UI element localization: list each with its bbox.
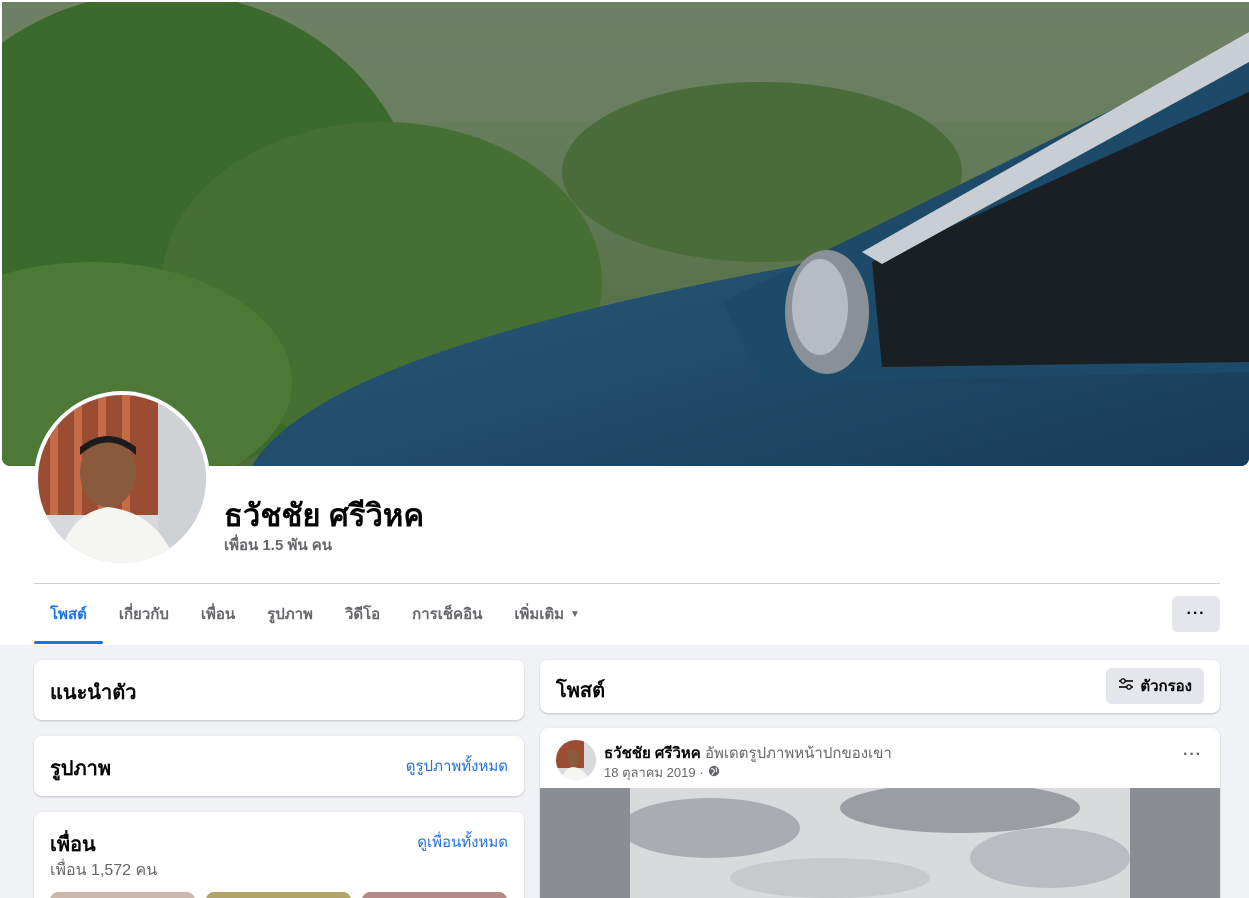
- sliders-icon: [1118, 677, 1134, 695]
- intro-card: แนะนำตัว: [34, 660, 524, 720]
- see-all-photos-link[interactable]: ดูรูปภาพทั้งหมด: [406, 754, 508, 778]
- tab-label: เกี่ยวกับ: [118, 606, 169, 623]
- friend-thumbnail[interactable]: [50, 892, 195, 898]
- globe-icon: [708, 765, 720, 780]
- post-image[interactable]: [630, 788, 1130, 898]
- profile-picture[interactable]: [38, 395, 206, 563]
- post-date[interactable]: 18 ตุลาคม 2019 ·: [604, 762, 704, 783]
- tab-label: การเช็คอิน: [412, 606, 483, 623]
- friends-count-text: เพื่อน 1,572 คน: [50, 862, 158, 879]
- post-card: ธวัชชัย ศรีวิหค อัพเดตรูปภาพหน้าปกของเขา…: [540, 728, 1220, 898]
- cover-photo[interactable]: [2, 2, 1249, 466]
- friend-thumbnail[interactable]: [206, 892, 351, 898]
- posts-title: โพสต์: [556, 680, 606, 702]
- filter-label: ตัวกรอง: [1140, 678, 1192, 695]
- friend-thumbnail[interactable]: [362, 892, 507, 898]
- tab-label: วิดีโอ: [344, 606, 381, 623]
- friend-thumbnails: [50, 892, 507, 898]
- tab-photos[interactable]: รูปภาพ: [251, 584, 329, 644]
- tab-label: เพิ่มเติม: [514, 606, 565, 623]
- tab-friends[interactable]: เพื่อน: [185, 584, 251, 644]
- post-author-name[interactable]: ธวัชชัย ศรีวิหค: [604, 745, 701, 762]
- profile-more-button[interactable]: ···: [1172, 596, 1220, 632]
- filter-button[interactable]: ตัวกรอง: [1106, 668, 1204, 704]
- post-meta: 18 ตุลาคม 2019 ·: [604, 762, 720, 783]
- tab-more[interactable]: เพิ่มเติม ▼: [498, 584, 596, 644]
- tab-about[interactable]: เกี่ยวกับ: [103, 584, 185, 644]
- tab-label: เพื่อน: [200, 606, 236, 623]
- tab-posts[interactable]: โพสต์: [34, 584, 103, 644]
- friend-count[interactable]: เพื่อน 1.5 พัน คน: [224, 533, 332, 557]
- post-action-text: อัพเดตรูปภาพหน้าปกของเขา: [705, 745, 892, 762]
- post-author-avatar[interactable]: [556, 740, 596, 780]
- profile-tabs: โพสต์ เกี่ยวกับ เพื่อน รูปภาพ วิดีโอ การ…: [34, 584, 596, 644]
- photos-title: รูปภาพ: [50, 758, 112, 780]
- friends-title: เพื่อน: [50, 834, 96, 856]
- post-options-button[interactable]: ···: [1183, 746, 1202, 764]
- tab-label: รูปภาพ: [267, 606, 313, 623]
- friends-card: เพื่อน ดูเพื่อนทั้งหมด เพื่อน 1,572 คน: [34, 812, 524, 898]
- posts-header-card: โพสต์ ตัวกรอง: [540, 660, 1220, 713]
- profile-picture-frame[interactable]: [34, 391, 210, 567]
- see-all-friends-link[interactable]: ดูเพื่อนทั้งหมด: [417, 830, 508, 854]
- intro-title: แนะนำตัว: [50, 682, 137, 704]
- tab-checkins[interactable]: การเช็คอิน: [396, 584, 498, 644]
- photos-card: รูปภาพ ดูรูปภาพทั้งหมด: [34, 736, 524, 796]
- post-media: [540, 788, 1220, 898]
- caret-down-icon: ▼: [570, 608, 580, 620]
- tab-label: โพสต์: [50, 606, 87, 623]
- tab-videos[interactable]: วิดีโอ: [329, 584, 396, 644]
